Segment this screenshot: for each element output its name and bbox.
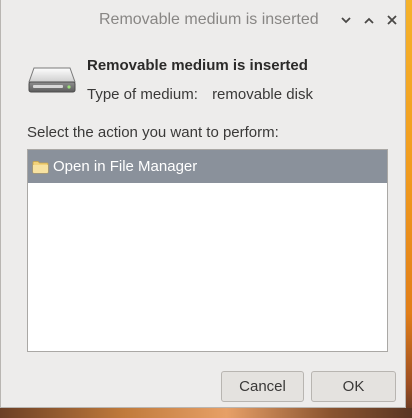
close-icon [387,15,397,25]
removable-medium-dialog: Removable medium is inserted Removable m… [0,0,406,408]
medium-type-row: Type of medium: removable disk [87,86,313,103]
list-item-label: Open in File Manager [53,158,198,175]
chevron-down-icon [341,16,351,23]
chevron-up-icon [364,17,374,24]
medium-type-label: Type of medium: [87,86,198,103]
dialog-heading: Removable medium is inserted [87,57,308,74]
minimize-button[interactable] [338,12,354,28]
drive-removable-icon [28,67,76,93]
window-title: Removable medium is inserted [99,11,319,28]
action-prompt: Select the action you want to perform: [27,124,279,141]
title-bar[interactable]: Removable medium is inserted [1,0,405,42]
ok-button[interactable]: OK [311,371,396,402]
cancel-button[interactable]: Cancel [221,371,304,402]
action-list[interactable]: Open in File Manager [27,149,388,352]
medium-type-value: removable disk [212,86,313,103]
close-button[interactable] [384,12,400,28]
desktop-background [0,408,412,418]
folder-icon [32,160,49,173]
list-item-open-in-file-manager[interactable]: Open in File Manager [28,150,387,183]
maximize-button[interactable] [361,12,377,28]
